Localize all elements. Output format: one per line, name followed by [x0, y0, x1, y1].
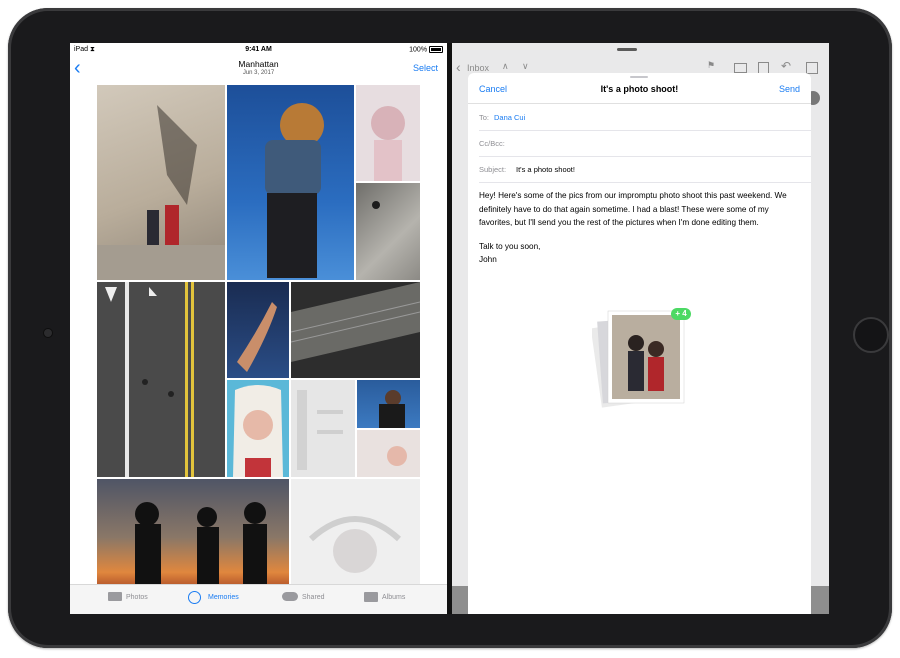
drag-count-badge: + 4 — [671, 308, 691, 320]
mail-app: ‹ Inbox ∧ ∨ ⚑ ↶ Cancel It's a photo shoo… — [452, 43, 829, 614]
front-camera — [44, 329, 52, 337]
albums-icon — [364, 592, 378, 602]
chevron-down-icon[interactable]: ∨ — [522, 61, 529, 72]
compose-sheet: Cancel It's a photo shoot! Send To: Dana… — [468, 73, 811, 614]
photo-portrait-faded — [308, 516, 402, 573]
photo-thumbnail[interactable] — [291, 282, 420, 378]
photo-road-walkers — [105, 282, 194, 477]
photo-thumbnail[interactable] — [291, 479, 420, 585]
dragged-photos-stack[interactable]: + 4 — [590, 305, 692, 415]
photo-thumbnail[interactable] — [291, 380, 355, 477]
tab-shared[interactable]: Shared — [282, 592, 325, 601]
photo-grid — [97, 85, 420, 585]
select-button[interactable]: Select — [413, 63, 438, 73]
flag-icon[interactable]: ⚑ — [707, 60, 715, 71]
photo-thumbnail[interactable] — [97, 282, 225, 477]
to-recipient[interactable]: Dana Cui — [494, 113, 525, 122]
photo-stack-image — [590, 310, 685, 408]
memories-icon — [188, 591, 201, 604]
photo-thumbnail[interactable] — [356, 183, 420, 280]
tab-photos[interactable]: Photos — [108, 592, 148, 601]
photo-thumbnail[interactable] — [97, 85, 225, 280]
ccbcc-field[interactable]: Cc/Bcc: — [479, 130, 811, 157]
page-subtitle: Jun 3, 2017 — [242, 70, 275, 76]
compose-title: It's a photo shoot! — [600, 84, 679, 94]
page-title: Manhattan — [238, 59, 279, 69]
tab-bar: Photos Memories Shared Albums — [70, 584, 447, 614]
photo-silhouettes-sunset — [135, 502, 267, 585]
photo-wall-couple — [97, 105, 225, 280]
photo-fruit-faded — [387, 446, 407, 466]
compose-header: Cancel It's a photo shoot! Send — [468, 73, 811, 104]
photos-icon — [108, 592, 122, 601]
chevron-left-icon[interactable]: ‹ — [456, 59, 461, 75]
subject-field[interactable]: Subject: It's a photo shoot! — [479, 156, 811, 183]
split-drag-handle[interactable] — [617, 48, 637, 51]
photo-shadow-wall — [372, 201, 380, 209]
home-button[interactable] — [853, 317, 889, 353]
ipad-screen: iPad ⧗ 9:41 AM 100% ‹ Manhattan Jun 3, 2… — [70, 43, 829, 614]
chevron-up-icon[interactable]: ∧ — [502, 61, 509, 72]
subject-value[interactable]: It's a photo shoot! — [516, 165, 575, 174]
tab-albums[interactable]: Albums — [364, 592, 405, 602]
photos-app: iPad ⧗ 9:41 AM 100% ‹ Manhattan Jun 3, 2… — [70, 43, 447, 614]
photo-stairs-faded — [297, 390, 343, 470]
body-signoff: Talk to you soon, John — [479, 241, 541, 265]
inbox-back-label[interactable]: Inbox — [467, 63, 489, 73]
status-time: 9:41 AM — [245, 46, 272, 53]
tab-memories[interactable]: Memories — [188, 591, 239, 604]
status-bar: iPad ⧗ 9:41 AM 100% — [70, 43, 447, 57]
body-paragraph: Hey! Here's some of the pics from our im… — [479, 191, 787, 227]
photo-thumbnail[interactable] — [97, 479, 289, 585]
photo-architecture — [291, 282, 420, 362]
photo-portrait-faded — [371, 106, 405, 181]
photo-blonde-portrait — [233, 385, 283, 477]
send-button[interactable]: Send — [779, 84, 800, 94]
photo-hand-sky — [237, 302, 277, 372]
status-battery: 100% — [409, 46, 443, 53]
battery-icon — [429, 46, 443, 53]
photo-thumbnail[interactable] — [357, 380, 420, 428]
photo-person-blue — [379, 390, 405, 428]
reply-icon[interactable]: ↶ — [781, 59, 791, 73]
photo-thumbnail[interactable] — [356, 85, 420, 181]
message-body[interactable]: Hey! Here's some of the pics from our im… — [479, 189, 804, 267]
photos-nav-bar: ‹ Manhattan Jun 3, 2017 Select — [70, 57, 447, 83]
photo-jumping-person — [265, 103, 324, 278]
cloud-icon — [282, 592, 298, 601]
photo-thumbnail[interactable] — [227, 85, 354, 280]
photo-thumbnail[interactable] — [227, 282, 289, 378]
to-field[interactable]: To: Dana Cui — [479, 104, 811, 131]
folder-icon[interactable] — [734, 63, 747, 73]
photo-thumbnail[interactable] — [227, 380, 289, 477]
photo-thumbnail[interactable] — [357, 430, 420, 477]
